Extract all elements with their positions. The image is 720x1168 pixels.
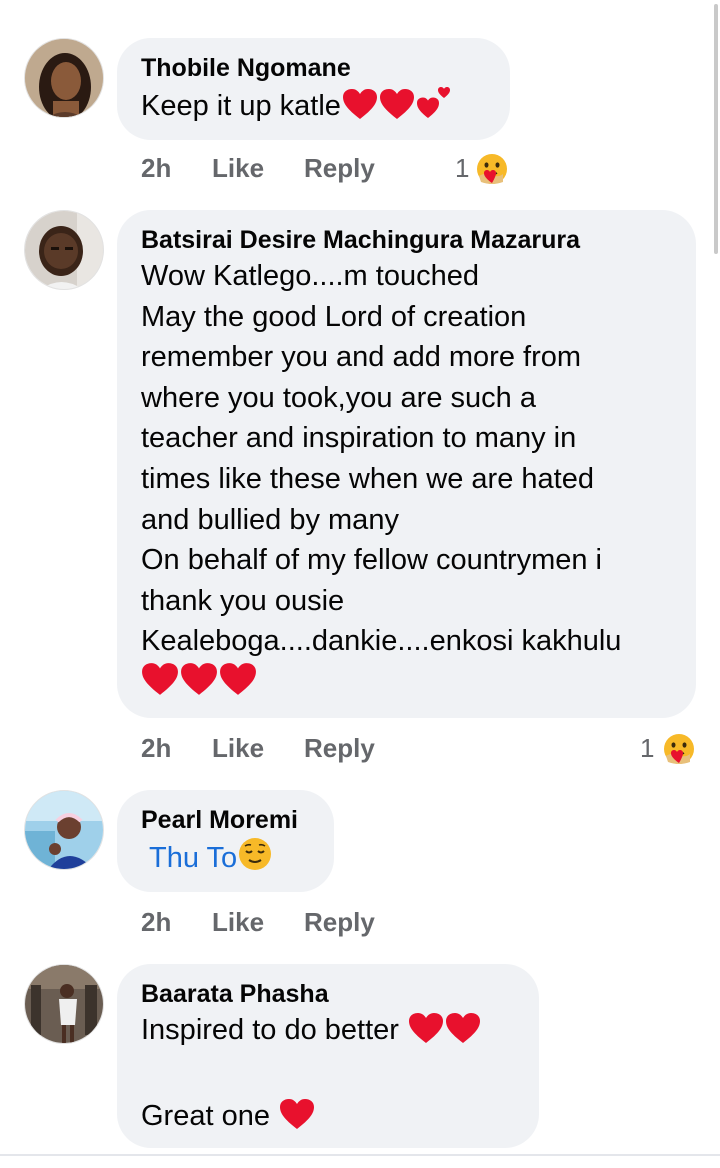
divider — [0, 1154, 720, 1156]
comment-timestamp[interactable]: 2h — [141, 150, 171, 186]
avatar-photo — [25, 791, 103, 869]
avatar-photo — [25, 211, 103, 289]
reaction-summary[interactable]: 1 — [455, 150, 515, 186]
heart-icon — [408, 1012, 444, 1056]
relieved-face-icon — [237, 836, 273, 884]
like-button[interactable]: Like — [212, 904, 264, 940]
comment-timestamp[interactable]: 2h — [141, 730, 171, 766]
care-emoji-icon — [662, 732, 696, 775]
avatar-baarata[interactable] — [24, 964, 104, 1044]
comment-text: Inspired to do better Great one — [141, 1010, 515, 1142]
comment-text-line: May the good Lord of creation — [141, 300, 527, 333]
like-button[interactable]: Like — [212, 730, 264, 766]
heart-icon — [219, 662, 257, 708]
comment-text-line: times like these when we are hated — [141, 462, 594, 495]
comment-text-line: Great one — [141, 1096, 515, 1142]
comment-bubble[interactable]: Thobile Ngomane Keep it up katle — [117, 38, 510, 140]
comment-bubble[interactable]: Baarata Phasha Inspired to do better Gre… — [117, 964, 539, 1148]
heart-icon — [141, 662, 179, 708]
reaction-count: 1 — [640, 733, 655, 763]
like-button[interactable]: Like — [212, 150, 264, 186]
comment-bubble[interactable]: Pearl Moremi Thu To — [117, 790, 334, 892]
heart-icon — [342, 88, 378, 132]
tagged-name-link[interactable]: Thu To — [141, 842, 237, 874]
comment-text-line: teacher and inspiration to many in — [141, 422, 577, 455]
reply-button[interactable]: Reply — [304, 730, 375, 766]
heart-icon — [445, 1012, 481, 1056]
comment-timestamp[interactable]: 2h — [141, 904, 171, 940]
avatar-pearl[interactable] — [24, 790, 104, 870]
comment-text-line: Kealeboga....dankie....enkosi kakhulu — [141, 625, 622, 658]
heart-icon — [180, 662, 218, 708]
comment-text: Thu To — [141, 836, 310, 884]
scrollbar[interactable] — [714, 4, 718, 254]
hearts-icon — [416, 84, 452, 132]
comment-text-line: thank you ousie — [141, 584, 345, 617]
comment-text: Wow Katlego....m touched May the good Lo… — [141, 256, 672, 708]
comment-text: Keep it up katle — [141, 84, 486, 132]
reaction-summary[interactable]: 1 — [640, 730, 700, 766]
reply-button[interactable]: Reply — [304, 904, 375, 940]
care-emoji-icon — [475, 152, 509, 195]
heart-icon — [279, 1098, 315, 1142]
comment-emoji-line — [141, 662, 672, 708]
comment-bubble[interactable]: Batsirai Desire Machingura Mazarura Wow … — [117, 210, 696, 718]
avatar-batsirai[interactable] — [24, 210, 104, 290]
comment-text-line: Inspired to do better — [141, 1010, 515, 1056]
comment-text-line: and bullied by many — [141, 503, 399, 536]
comment-text-segment: Inspired to do better — [141, 1014, 399, 1046]
comment-text-line: remember you and add more from — [141, 341, 582, 374]
comment-text-line: where you took,you are such a — [141, 381, 536, 414]
comment-text-line: Wow Katlego....m touched — [141, 260, 479, 292]
comment-text-line: On behalf of my fellow countrymen i — [141, 544, 602, 577]
avatar-thobile[interactable] — [24, 38, 104, 118]
comment-author[interactable]: Baarata Phasha — [141, 978, 515, 1010]
comment-author[interactable]: Pearl Moremi — [141, 804, 310, 836]
comments-page: Thobile Ngomane Keep it up katle 2h Like… — [0, 0, 720, 1168]
reaction-count: 1 — [455, 153, 470, 183]
comment-author[interactable]: Batsirai Desire Machingura Mazarura — [141, 224, 672, 256]
heart-icon — [379, 88, 415, 132]
comment-text-line: Keep it up katle — [141, 90, 341, 122]
comment-author[interactable]: Thobile Ngomane — [141, 52, 486, 84]
avatar-photo — [25, 39, 103, 117]
reply-button[interactable]: Reply — [304, 150, 375, 186]
avatar-photo — [25, 965, 103, 1043]
comment-text-segment: Great one — [141, 1100, 270, 1133]
